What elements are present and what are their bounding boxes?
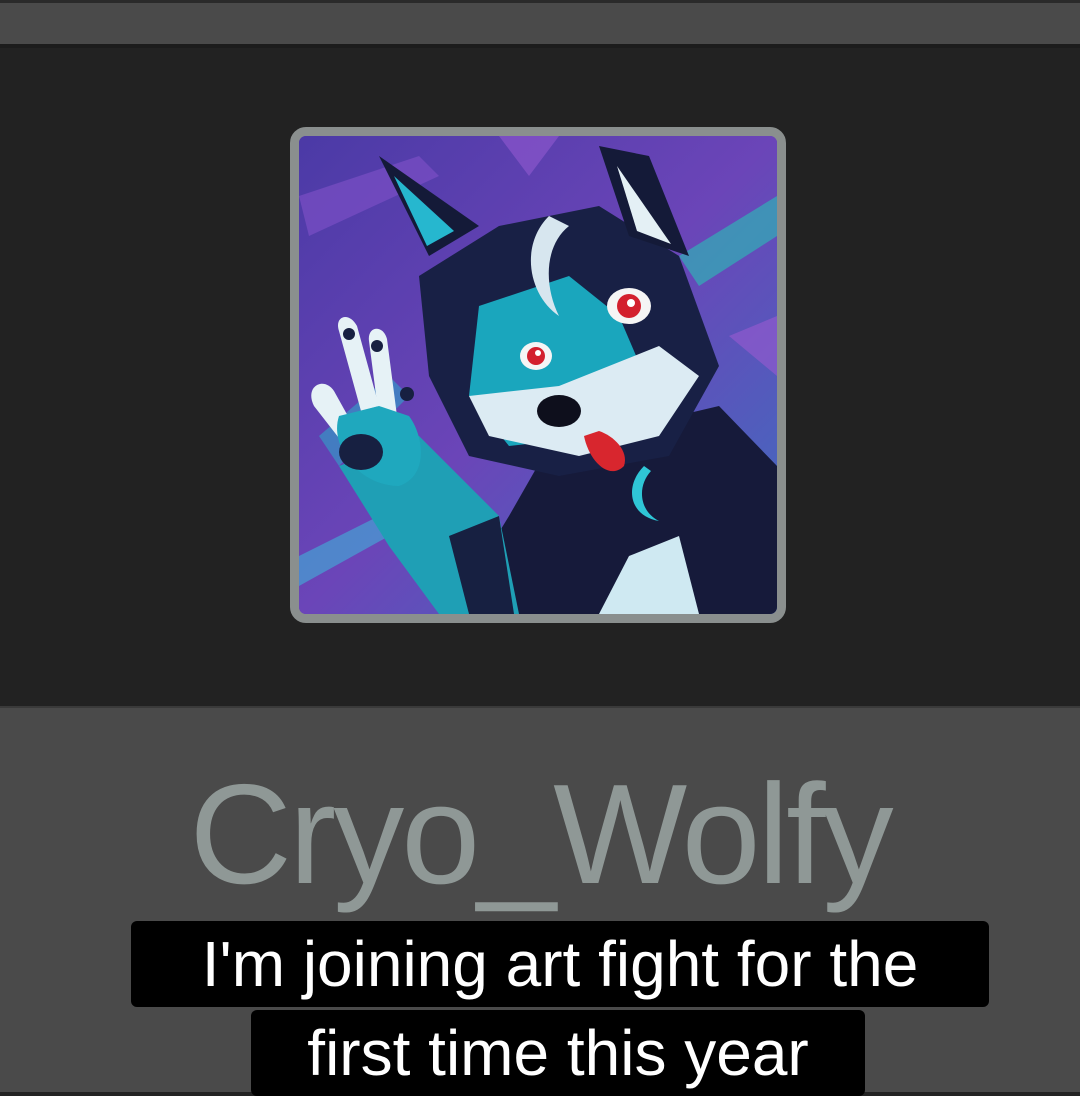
caption-line-2: first time this year xyxy=(251,1010,865,1096)
profile-avatar[interactable] xyxy=(290,127,786,623)
profile-username: Cryo_Wolfy xyxy=(189,755,893,914)
caption-line-1: I'm joining art fight for the xyxy=(131,921,989,1007)
top-navigation-bar xyxy=(0,0,1080,44)
wolf-avatar-icon xyxy=(299,136,777,614)
